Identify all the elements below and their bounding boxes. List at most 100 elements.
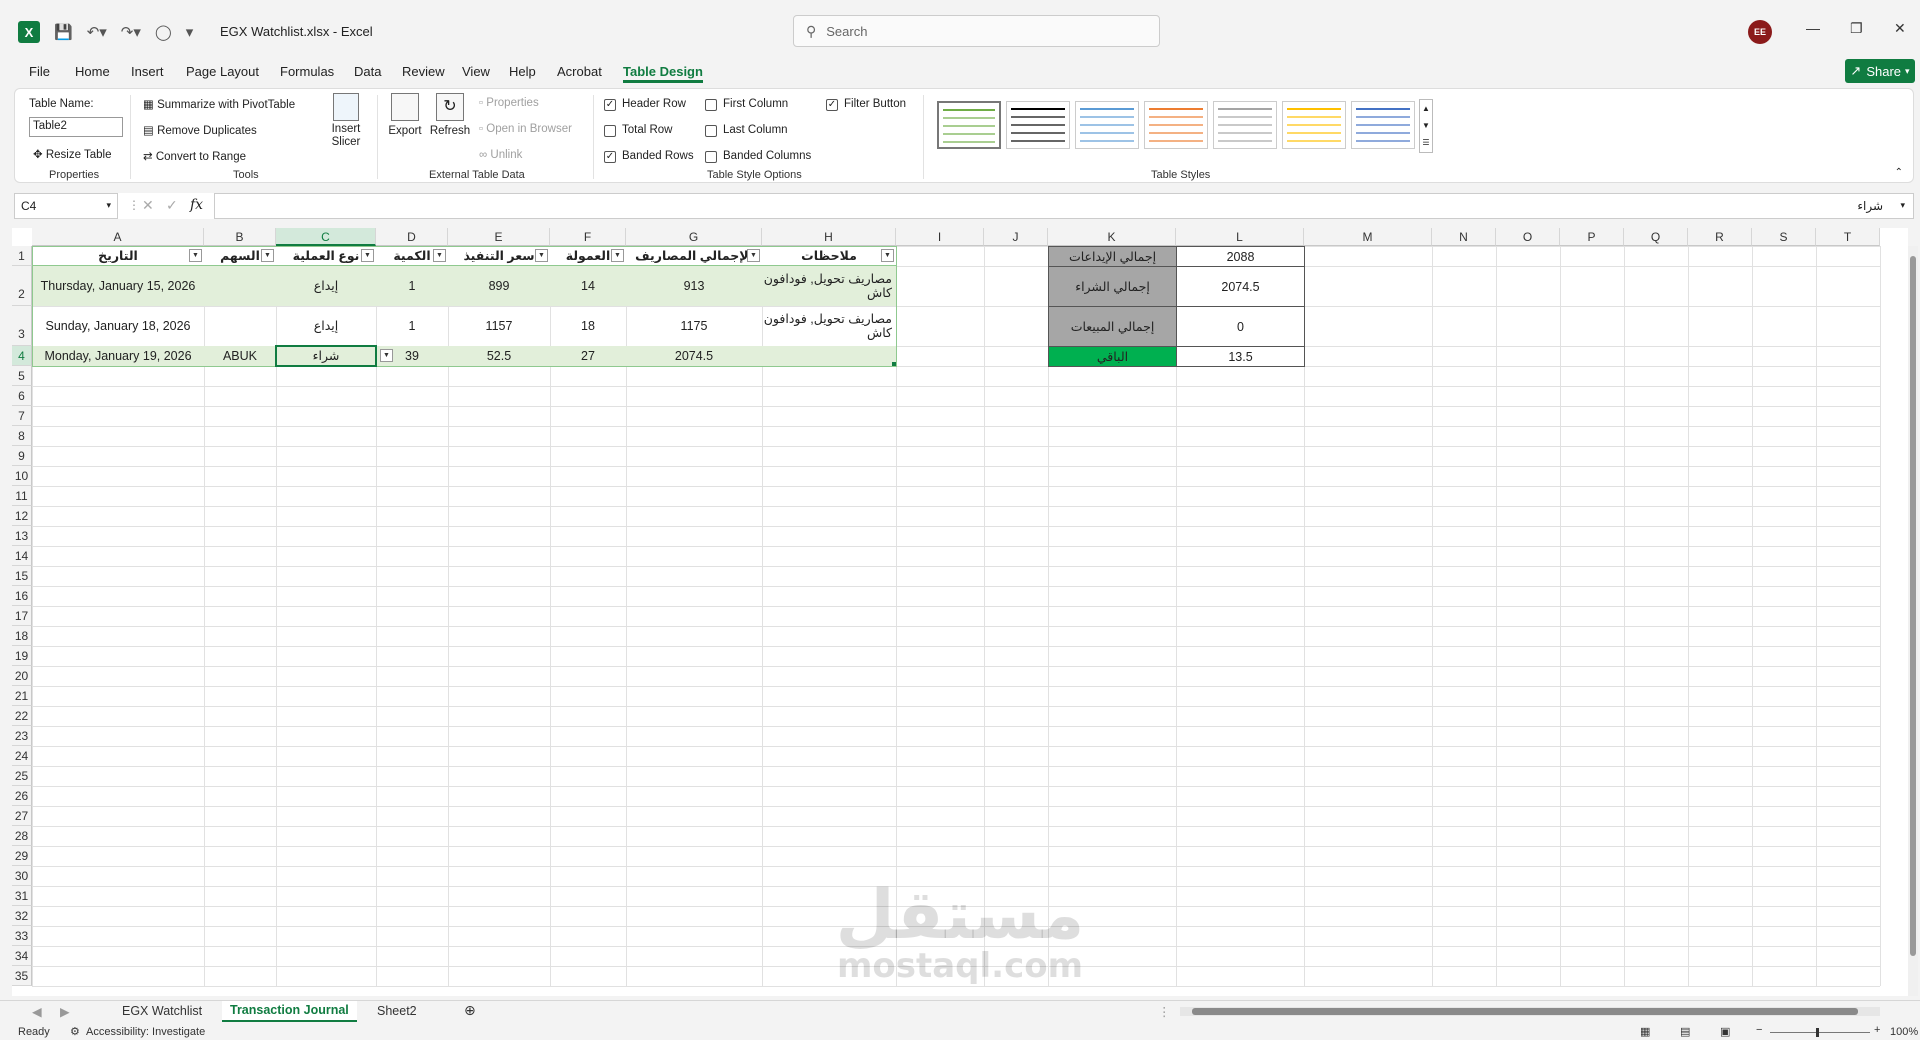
table-style-swatch[interactable]	[1006, 101, 1070, 149]
table-cell[interactable]: 1157	[448, 306, 550, 346]
row-header[interactable]: 28	[12, 826, 32, 846]
table-cell[interactable]: مصاريف تحويل, فودافون كاش	[762, 306, 896, 346]
filter-dropdown-icon[interactable]: ▼	[433, 249, 446, 262]
table-cell[interactable]: 1	[376, 306, 448, 346]
column-header[interactable]: K	[1048, 228, 1176, 246]
row-header[interactable]: 18	[12, 626, 32, 646]
tab-view[interactable]: View	[462, 64, 490, 79]
table-cell[interactable]: ABUK	[204, 346, 276, 366]
filter-dropdown-icon[interactable]: ▼	[747, 249, 760, 262]
table-cell[interactable]: 2074.5	[626, 346, 762, 366]
row-header[interactable]: 14	[12, 546, 32, 566]
zoom-in-icon[interactable]: +	[1874, 1024, 1880, 1036]
vertical-scroll-thumb[interactable]	[1910, 256, 1916, 956]
confirm-entry-icon[interactable]: ✓	[166, 197, 178, 214]
undo-icon[interactable]: ↶▾	[87, 23, 107, 41]
column-header[interactable]: H	[762, 228, 896, 246]
table-style-swatch[interactable]	[1282, 101, 1346, 149]
banded-columns-checkbox[interactable]	[705, 151, 717, 163]
table-cell[interactable]: 913	[626, 266, 762, 306]
row-header[interactable]: 30	[12, 866, 32, 886]
table-cell[interactable]: إيداع	[276, 306, 376, 346]
table-cell[interactable]: مصاريف تحويل, فودافون كاش	[762, 266, 896, 306]
summary-value-cell[interactable]: 13.5	[1176, 346, 1305, 367]
row-header[interactable]: 33	[12, 926, 32, 946]
column-header[interactable]: J	[984, 228, 1048, 246]
formula-input[interactable]: شراء ▾	[214, 193, 1914, 219]
summary-label-cell[interactable]: إجمالي الإيداعات	[1048, 246, 1177, 267]
tab-page-layout[interactable]: Page Layout	[186, 64, 259, 79]
filter-dropdown-icon[interactable]: ▼	[611, 249, 624, 262]
column-header[interactable]: C	[276, 228, 376, 246]
zoom-level[interactable]: 100%	[1890, 1026, 1918, 1038]
normal-view-icon[interactable]: ▦	[1640, 1025, 1650, 1038]
column-header[interactable]: N	[1432, 228, 1496, 246]
row-header[interactable]: 11	[12, 486, 32, 506]
filter-button-checkbox[interactable]: ✓	[826, 99, 838, 111]
row-header[interactable]: 9	[12, 446, 32, 466]
table-style-swatch[interactable]	[1351, 101, 1415, 149]
table-cell[interactable]: 52.5	[448, 346, 550, 366]
filter-dropdown-icon[interactable]: ▼	[261, 249, 274, 262]
chevron-up-icon[interactable]: ▲	[1420, 100, 1432, 117]
row-header[interactable]: 29	[12, 846, 32, 866]
row-header[interactable]: 8	[12, 426, 32, 446]
table-header-cell[interactable]: التاريخ	[32, 246, 204, 266]
table-cell-active[interactable]: شراء	[276, 346, 376, 366]
chevron-down-icon[interactable]: ▾	[106, 200, 111, 211]
first-column-checkbox[interactable]	[705, 99, 717, 111]
last-column-checkbox[interactable]	[705, 125, 717, 137]
row-header[interactable]: 21	[12, 686, 32, 706]
summary-value-cell[interactable]: 2074.5	[1176, 266, 1305, 307]
column-header[interactable]: T	[1816, 228, 1880, 246]
row-header[interactable]: 15	[12, 566, 32, 586]
row-header[interactable]: 31	[12, 886, 32, 906]
resize-table-button[interactable]: ✥ Resize Table	[33, 147, 111, 161]
column-header[interactable]: E	[448, 228, 550, 246]
summary-label-cell[interactable]: إجمالي المبيعات	[1048, 306, 1177, 347]
table-cell[interactable]: Thursday, January 15, 2026	[32, 266, 204, 306]
row-header[interactable]: 3	[12, 306, 32, 346]
row-header[interactable]: 22	[12, 706, 32, 726]
row-header[interactable]: 26	[12, 786, 32, 806]
export-button[interactable]: Export	[383, 93, 427, 163]
refresh-button[interactable]: ↻ Refresh	[427, 93, 473, 163]
save-icon[interactable]: 💾	[54, 23, 73, 41]
share-button[interactable]: ↗ Share ▾	[1845, 59, 1915, 83]
column-header[interactable]: O	[1496, 228, 1560, 246]
column-header[interactable]: Q	[1624, 228, 1688, 246]
table-cell[interactable]	[204, 306, 276, 346]
row-header[interactable]: 23	[12, 726, 32, 746]
row-header[interactable]: 10	[12, 466, 32, 486]
filter-dropdown-icon[interactable]: ▼	[189, 249, 202, 262]
sheet-tab-transaction-journal[interactable]: Transaction Journal	[222, 1001, 357, 1022]
row-header[interactable]: 20	[12, 666, 32, 686]
remove-duplicates-button[interactable]: ▤ Remove Duplicates	[143, 123, 257, 137]
expand-formula-icon[interactable]: ▾	[1900, 200, 1905, 211]
autosave-icon[interactable]: ◯	[155, 23, 172, 41]
sheet-tab-sheet2[interactable]: Sheet2	[377, 1004, 417, 1018]
table-style-swatch[interactable]	[1075, 101, 1139, 149]
add-sheet-icon[interactable]: ⊕	[464, 1002, 476, 1019]
tab-formulas[interactable]: Formulas	[280, 64, 334, 79]
zoom-slider-thumb[interactable]	[1816, 1028, 1819, 1037]
table-cell[interactable]: Monday, January 19, 2026	[32, 346, 204, 366]
total-row-checkbox[interactable]	[604, 125, 616, 137]
gallery-more-icon[interactable]: ☰	[1420, 134, 1432, 151]
horizontal-scrollbar[interactable]	[1180, 1007, 1880, 1016]
column-header[interactable]: B	[204, 228, 276, 246]
row-header[interactable]: 13	[12, 526, 32, 546]
row-header[interactable]: 7	[12, 406, 32, 426]
column-header[interactable]: L	[1176, 228, 1304, 246]
summary-value-cell[interactable]: 0	[1176, 306, 1305, 347]
restore-icon[interactable]: ❐	[1850, 20, 1863, 37]
zoom-slider[interactable]	[1770, 1032, 1870, 1033]
column-header[interactable]: R	[1688, 228, 1752, 246]
filter-dropdown-icon[interactable]: ▼	[881, 249, 894, 262]
gallery-scroll[interactable]: ▲ ▼ ☰	[1419, 99, 1433, 153]
summary-label-cell-remaining[interactable]: الباقي	[1048, 346, 1177, 367]
row-header[interactable]: 17	[12, 606, 32, 626]
insert-function-icon[interactable]: fx	[190, 197, 203, 213]
table-style-swatch[interactable]	[1144, 101, 1208, 149]
tab-help[interactable]: Help	[509, 64, 536, 79]
